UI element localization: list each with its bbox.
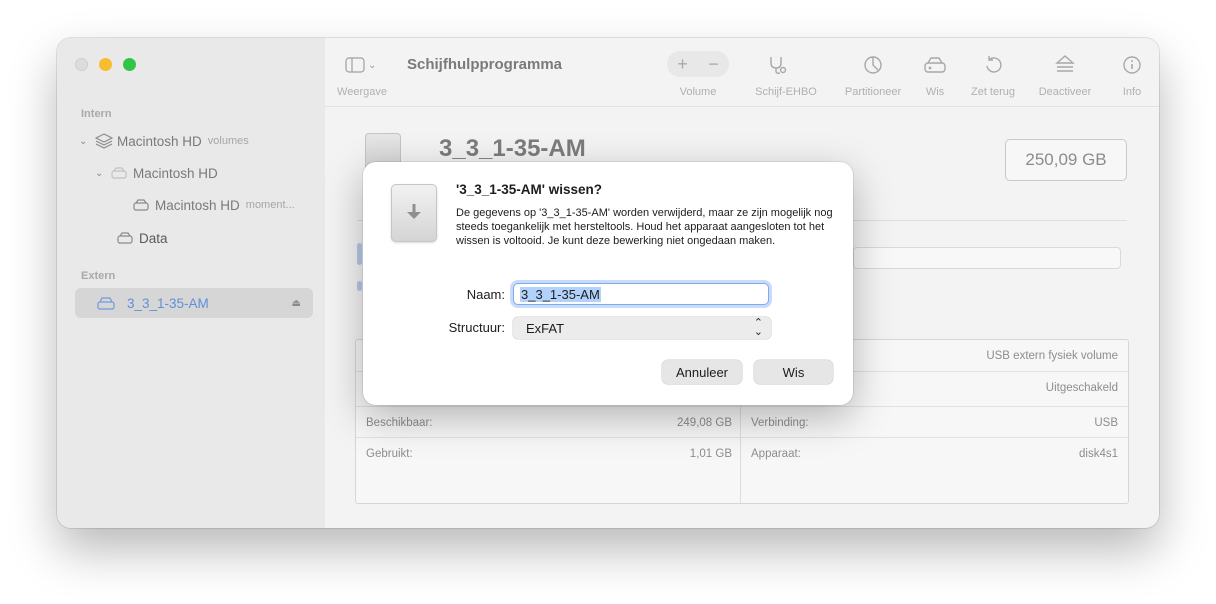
table-row: Beschikbaar: 249,08 GB Verbinding: USB <box>356 406 1128 438</box>
app-title: Schijfhulpprogramma <box>407 56 563 73</box>
sidebar-item-label: 3_3_1-35-AM <box>127 295 209 311</box>
sidebar-item-sublabel: volumes <box>207 135 249 147</box>
toolbar: ⌄ Weergave Schijfhulpprogramma + − Volum… <box>325 38 1159 107</box>
volume-label: Volume <box>679 86 717 98</box>
chevron-down-icon: ⌄ <box>368 59 377 71</box>
plus-icon[interactable]: + <box>677 54 688 75</box>
info-value: 249,08 GB <box>677 416 732 429</box>
sidebar-item-macintosh-hd-snapshot[interactable]: Macintosh HD moment... <box>133 191 295 219</box>
info-label: Verbinding: <box>751 416 809 429</box>
sidebar-toggle-button[interactable]: ⌄ <box>345 54 381 76</box>
sidebar-item-label: Macintosh HD <box>117 133 202 149</box>
partition-pie-icon[interactable] <box>857 52 889 78</box>
minus-icon[interactable]: − <box>708 54 719 75</box>
name-field[interactable]: 3_3_1-35-AM <box>513 283 769 305</box>
usage-bar <box>853 247 1121 269</box>
minimize-window-button[interactable] <box>99 58 112 71</box>
name-field-value: 3_3_1-35-AM <box>520 286 601 302</box>
updown-chevron-icon: ⌃ ⌄ <box>753 317 763 338</box>
info-label: Apparaat: <box>751 447 801 460</box>
name-label: Naam: <box>466 287 505 302</box>
unmount-label: Deactiveer <box>1038 86 1092 98</box>
sidebar-item-sublabel: moment... <box>245 199 295 211</box>
info-icon[interactable] <box>1116 52 1148 78</box>
restore-label: Zet terug <box>970 86 1016 98</box>
erase-dialog: '3_3_1-35-AM' wissen? De gegevens op '3_… <box>363 162 853 405</box>
sidebar-section-external: Extern <box>81 270 116 282</box>
sidebar-item-external-volume[interactable]: 3_3_1-35-AM ⏏ <box>75 288 313 318</box>
restore-arrow-icon[interactable] <box>977 52 1009 78</box>
info-label: Gebruikt: <box>366 447 413 460</box>
external-drive-icon <box>391 184 437 242</box>
info-value: disk4s1 <box>1079 447 1118 460</box>
sidebar-item-macintosh-hd-volume[interactable]: ⌄ Macintosh HD <box>95 159 218 187</box>
eject-icon[interactable]: ⏏ <box>292 298 301 309</box>
erase-drive-icon[interactable] <box>919 52 951 78</box>
format-select-value: ExFAT <box>526 320 565 336</box>
capacity-badge: 250,09 GB <box>1005 139 1127 181</box>
info-value: USB <box>1094 416 1118 429</box>
format-label: Structuur: <box>448 320 505 335</box>
volume-disk-icon <box>133 199 155 211</box>
first-aid-label: Schijf-EHBO <box>755 86 817 98</box>
usage-legend-marker <box>357 281 362 291</box>
volume-disk-icon <box>111 167 133 179</box>
partition-label: Partitioneer <box>844 86 902 98</box>
info-value: 1,01 GB <box>689 447 732 460</box>
chevron-down-icon[interactable]: ⌄ <box>95 168 111 179</box>
stethoscope-icon[interactable] <box>761 52 793 78</box>
view-label: Weergave <box>337 86 387 98</box>
unmount-icon[interactable] <box>1049 52 1081 78</box>
chevron-down-icon[interactable]: ⌄ <box>79 136 95 147</box>
sidebar-item-label: Macintosh HD <box>133 165 218 181</box>
close-window-button[interactable] <box>75 58 88 71</box>
external-drive-icon <box>97 296 127 310</box>
dialog-title: '3_3_1-35-AM' wissen? <box>456 182 602 197</box>
sidebar-item-label: Data <box>139 230 168 246</box>
sidebar-section-internal: Intern <box>81 108 112 120</box>
info-label: Beschikbaar: <box>366 416 433 429</box>
table-row: Gebruikt: 1,01 GB Apparaat: disk4s1 <box>356 437 1128 469</box>
sidebar-item-data[interactable]: Data <box>117 224 168 252</box>
erase-label: Wis <box>925 86 945 98</box>
volume-title: 3_3_1-35-AM <box>439 135 586 162</box>
format-select[interactable]: ExFAT ⌃ ⌄ <box>513 317 771 339</box>
sidebar: Intern ⌄ Macintosh HD volumes ⌄ Macintos… <box>57 38 326 528</box>
usage-legend-marker <box>357 243 362 265</box>
zoom-window-button[interactable] <box>123 58 136 71</box>
volume-disk-icon <box>117 232 139 244</box>
sidebar-item-label: Macintosh HD <box>155 197 240 213</box>
cancel-button[interactable]: Annuleer <box>662 360 742 384</box>
info-label: Info <box>1122 86 1142 98</box>
volume-add-remove-control[interactable]: + − <box>667 51 729 77</box>
erase-button[interactable]: Wis <box>754 360 833 384</box>
sidebar-item-macintosh-hd-container[interactable]: ⌄ Macintosh HD volumes <box>79 127 249 155</box>
dialog-message: De gegevens op '3_3_1-35-AM' worden verw… <box>456 207 833 247</box>
stack-layers-icon <box>95 133 117 149</box>
info-value: USB extern fysiek volume <box>986 349 1118 362</box>
info-value: Uitgeschakeld <box>1045 381 1118 394</box>
